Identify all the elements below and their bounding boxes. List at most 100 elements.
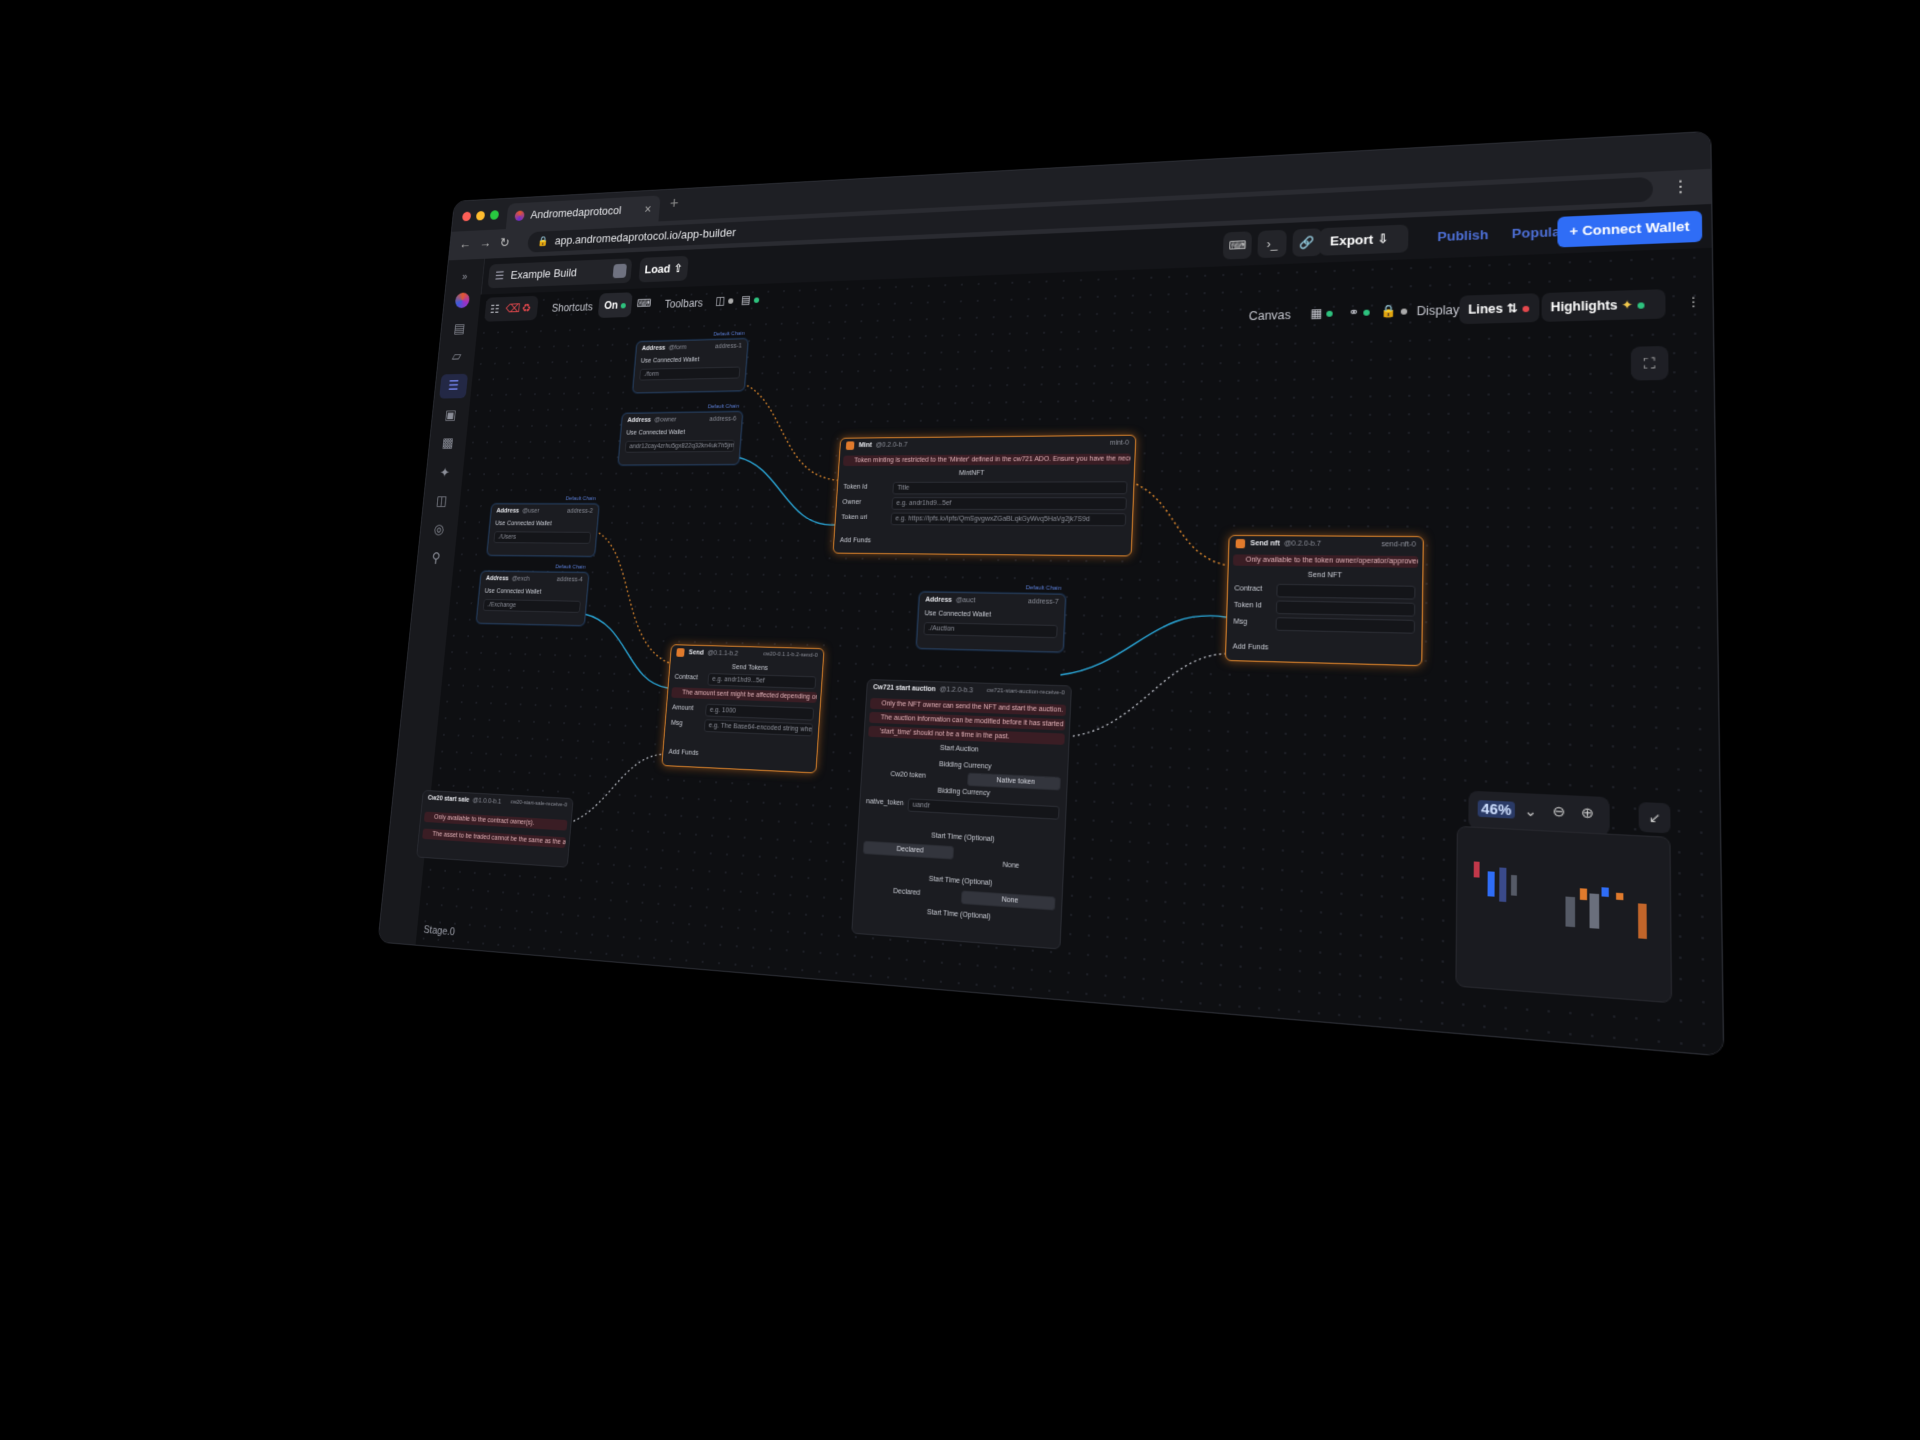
- node-address-user[interactable]: Default Chain Address @user address-2 Use…: [486, 496, 600, 557]
- native-token-input[interactable]: uandr: [907, 798, 1060, 820]
- amount-input[interactable]: e.g. 1000: [705, 703, 815, 721]
- more-options-icon[interactable]: ⋮: [1686, 294, 1700, 309]
- browser-menu-icon[interactable]: ⋮: [1671, 176, 1690, 197]
- cw20-token-option[interactable]: Cw20 token: [890, 771, 926, 780]
- node-address-owner[interactable]: Default Chain Address @owner address-6 Us…: [617, 404, 744, 466]
- close-window-icon[interactable]: [461, 211, 472, 222]
- node-cw20-start-sale[interactable]: Cw20 start sale @1.0.0-b.1 cw20-start-sal…: [416, 789, 574, 868]
- lines-label: Lines: [1468, 301, 1503, 317]
- project-tag-icon[interactable]: [612, 263, 627, 279]
- add-funds-link[interactable]: Add Funds: [1233, 643, 1269, 651]
- native-token-option[interactable]: Native token: [967, 772, 1061, 791]
- highlights-toggle[interactable]: Highlights ✦: [1541, 289, 1666, 322]
- none-option[interactable]: None: [1002, 862, 1019, 870]
- eraser-icon[interactable]: ♻: [520, 296, 532, 321]
- status-dot: [1637, 302, 1645, 309]
- chain-chip[interactable]: Default Chain: [565, 496, 596, 501]
- folder-icon[interactable]: ▣: [431, 403, 469, 428]
- book-icon[interactable]: ▤: [440, 317, 478, 342]
- lock-icon[interactable]: 🔒: [1380, 303, 1408, 318]
- andromeda-logo[interactable]: [443, 288, 481, 313]
- publish-button[interactable]: Publish: [1437, 221, 1488, 251]
- hierarchy-icon[interactable]: ☷: [489, 297, 501, 321]
- panel-toggle-icon[interactable]: ▤: [741, 293, 760, 306]
- trash-icon[interactable]: ⌫: [505, 296, 522, 321]
- sparkle-icon[interactable]: ✦: [425, 461, 464, 486]
- grid-icon[interactable]: ▦: [1310, 306, 1333, 320]
- node-subtitle: @0.1.1-b.2: [707, 649, 739, 658]
- layers-icon[interactable]: ☰: [439, 373, 469, 399]
- declared-option[interactable]: Declared: [893, 888, 920, 897]
- token-uri-input[interactable]: e.g. https://ipfs.io/ipfs/QmSgvgwxZGaBLq…: [890, 512, 1127, 527]
- node-send[interactable]: Send @0.1.1-b.2 cw20-0.1.1-b.2-send-0 Sen…: [661, 644, 825, 774]
- node-address-auction[interactable]: Default Chain Address @auct address-7 Use…: [915, 585, 1067, 653]
- add-funds-link[interactable]: Add Funds: [668, 749, 698, 757]
- shortcuts-state: On: [603, 298, 619, 312]
- zoom-value[interactable]: 46%: [1477, 800, 1515, 819]
- node-mint[interactable]: Mint @0.2.0-b.7 mint-0 Token minting is r…: [832, 434, 1137, 557]
- maximize-window-icon[interactable]: [489, 210, 500, 220]
- snap-icon[interactable]: ⚭: [1348, 305, 1370, 319]
- keyboard-icon[interactable]: ⌨: [1222, 231, 1253, 260]
- sidebar-toggle-icon[interactable]: ◫: [715, 294, 734, 307]
- msg-input[interactable]: e.g. The Base64-encoded string when you …: [703, 719, 814, 737]
- sparkle-icon: ✦: [1617, 297, 1634, 313]
- link-icon[interactable]: 🔗: [1292, 228, 1322, 257]
- address-input[interactable]: ./Exchange: [482, 598, 581, 613]
- project-selector[interactable]: ☰ Example Build: [487, 258, 633, 289]
- compass-icon[interactable]: ◎: [420, 518, 459, 543]
- token-id-input[interactable]: [1275, 600, 1416, 617]
- expand-rail-icon[interactable]: »: [446, 264, 484, 289]
- add-funds-link[interactable]: Add Funds: [840, 537, 871, 544]
- keyboard-icon[interactable]: ⌨: [636, 297, 651, 310]
- connect-wallet-button[interactable]: + Connect Wallet: [1557, 210, 1703, 248]
- terminal-icon[interactable]: ◫: [423, 489, 462, 514]
- owner-input[interactable]: e.g. andr1hd9...5ef: [891, 497, 1127, 511]
- export-button[interactable]: Export ⇩: [1319, 224, 1409, 256]
- shortcuts-toggle[interactable]: On: [597, 292, 633, 319]
- address-input[interactable]: ./Users: [493, 531, 592, 544]
- lines-toggle[interactable]: Lines ⇅: [1459, 293, 1540, 325]
- section-title: Send NFT: [1307, 571, 1343, 580]
- send-nft-icon: [1235, 539, 1246, 549]
- collapse-icon[interactable]: ↙: [1638, 801, 1671, 834]
- address-input[interactable]: ./Auction: [923, 622, 1058, 639]
- chain-chip[interactable]: Default Chain: [1025, 585, 1061, 592]
- node-title: Cw721 start auction @1.2.0-b.3: [873, 684, 973, 694]
- chain-chip[interactable]: Default Chain: [555, 565, 586, 571]
- node-cw721-start-auction[interactable]: Cw721 start auction @1.2.0-b.3 cw721-star…: [851, 678, 1072, 950]
- zoom-in-icon[interactable]: ⊕: [1581, 804, 1594, 823]
- wrench-icon[interactable]: ⚲: [417, 546, 456, 571]
- forward-icon[interactable]: →: [479, 236, 492, 251]
- chain-chip[interactable]: Default Chain: [707, 404, 739, 410]
- address-input[interactable]: andr12cay4zrhu5gx822q32kn4uk7h5jmr9k5mr2…: [624, 439, 735, 453]
- canvas-label: Canvas: [1248, 308, 1292, 324]
- chevron-down-icon[interactable]: ⌄: [1524, 802, 1537, 821]
- address-input[interactable]: ./form: [639, 366, 741, 381]
- reload-icon[interactable]: ↻: [499, 235, 510, 251]
- node-address-exchange[interactable]: Default Chain Address @exch address-4 Use…: [475, 565, 590, 627]
- minimap[interactable]: [1455, 825, 1673, 1004]
- app-canvas[interactable]: Default Chain Address @form address-1 Use…: [415, 247, 1724, 1056]
- none-option[interactable]: None: [960, 890, 1056, 911]
- wire-exch-send: [578, 614, 674, 688]
- contract-input[interactable]: [1276, 583, 1416, 600]
- fullscreen-icon[interactable]: ⛶: [1630, 345, 1669, 381]
- terminal-icon[interactable]: ›_: [1257, 229, 1287, 259]
- minimize-window-icon[interactable]: [475, 210, 486, 221]
- node-send-nft[interactable]: Send nft @0.2.0-b.7 send-nft-0 Only avail…: [1224, 534, 1424, 667]
- load-button[interactable]: Load ⇧: [638, 255, 689, 283]
- node-title-text: Address: [925, 596, 953, 604]
- contract-input[interactable]: e.g. andr1hd9...5ef: [707, 672, 817, 690]
- declared-option[interactable]: Declared: [862, 840, 955, 860]
- cube-icon[interactable]: ▱: [437, 344, 475, 369]
- field-label: Token Id: [843, 483, 868, 491]
- back-icon[interactable]: ←: [459, 237, 472, 252]
- token-id-input[interactable]: Title: [892, 481, 1128, 495]
- tab-close-icon[interactable]: ×: [643, 196, 652, 222]
- new-tab-icon[interactable]: +: [669, 194, 679, 213]
- msg-input[interactable]: [1275, 617, 1416, 634]
- wallet-icon[interactable]: ▩: [429, 431, 467, 456]
- zoom-out-icon[interactable]: ⊖: [1552, 802, 1565, 821]
- warning-banner: Only available to the token owner/operat…: [1232, 554, 1419, 568]
